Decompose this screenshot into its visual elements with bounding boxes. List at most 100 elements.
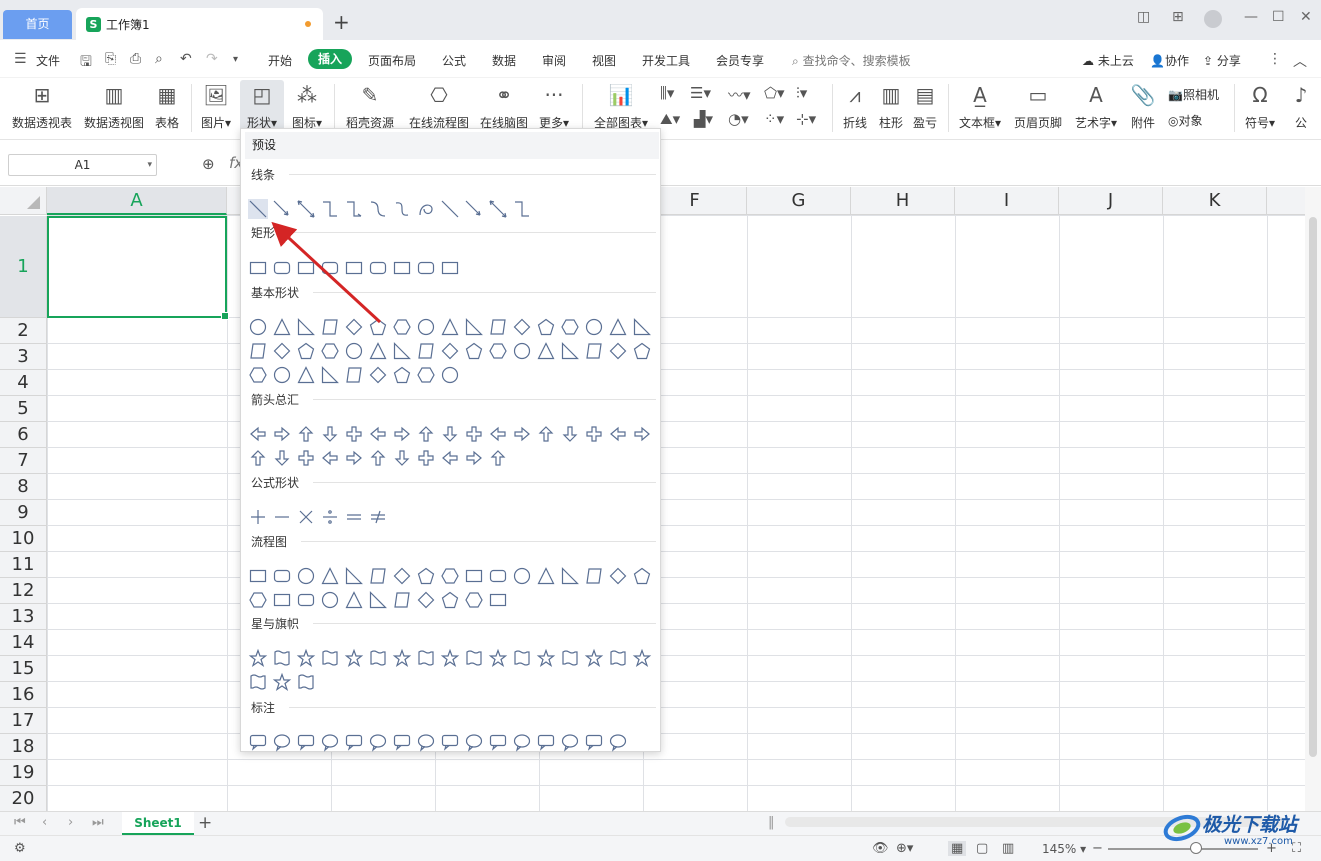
- scatter-chart-icon[interactable]: ⁘▾: [764, 110, 784, 128]
- shape-option[interactable]: [488, 590, 508, 610]
- zoom-search-icon[interactable]: ⊕: [202, 155, 215, 173]
- row-header-20[interactable]: 20: [0, 786, 47, 811]
- shape-option[interactable]: [536, 341, 556, 361]
- menu-page-layout[interactable]: 页面布局: [368, 52, 416, 69]
- shape-option[interactable]: [512, 199, 532, 219]
- shape-option[interactable]: [488, 424, 508, 444]
- shape-option[interactable]: [440, 199, 460, 219]
- shape-option[interactable]: [320, 199, 340, 219]
- row-header-3[interactable]: 3: [0, 344, 47, 370]
- more-options-icon[interactable]: ⋮: [1268, 51, 1282, 67]
- shape-option[interactable]: [440, 365, 460, 385]
- shape-option[interactable]: [488, 448, 508, 468]
- shape-option[interactable]: [560, 566, 580, 586]
- shape-option[interactable]: [272, 317, 292, 337]
- shape-option[interactable]: [584, 732, 604, 752]
- shape-option[interactable]: [488, 648, 508, 668]
- bar-chart-dropdown-icon[interactable]: ☰▾: [690, 84, 711, 102]
- shape-option[interactable]: [320, 507, 340, 527]
- hamburger-icon[interactable]: ☰: [14, 51, 27, 67]
- export-pdf-icon[interactable]: ⎘: [105, 51, 116, 67]
- shape-option[interactable]: [440, 566, 460, 586]
- row-header-9[interactable]: 9: [0, 500, 47, 526]
- shape-option[interactable]: [440, 732, 460, 752]
- shape-option[interactable]: [320, 448, 340, 468]
- shape-option[interactable]: [296, 448, 316, 468]
- shape-option[interactable]: [560, 648, 580, 668]
- shape-option[interactable]: [272, 448, 292, 468]
- shape-option[interactable]: [416, 365, 436, 385]
- shape-option[interactable]: [584, 341, 604, 361]
- shape-option[interactable]: [608, 566, 628, 586]
- shape-option[interactable]: [344, 317, 364, 337]
- document-tab[interactable]: S 工作簿1: [76, 8, 323, 40]
- shape-option[interactable]: [344, 507, 364, 527]
- shape-option[interactable]: [488, 199, 508, 219]
- shape-option[interactable]: [608, 732, 628, 752]
- shape-option[interactable]: [320, 732, 340, 752]
- shape-option[interactable]: [248, 672, 268, 692]
- shape-option[interactable]: [560, 317, 580, 337]
- area-chart-icon[interactable]: ⛰▾: [660, 110, 680, 128]
- shape-option[interactable]: [272, 424, 292, 444]
- shape-option[interactable]: [344, 448, 364, 468]
- daoke-resource-button[interactable]: ✎ 稻壳资源: [344, 80, 396, 131]
- shape-option[interactable]: [248, 258, 268, 278]
- sparkline-column-button[interactable]: ▥ 柱形: [876, 80, 906, 131]
- shape-option[interactable]: [320, 258, 340, 278]
- avatar[interactable]: [1204, 10, 1222, 28]
- shape-option[interactable]: [248, 590, 268, 610]
- shape-option[interactable]: [344, 648, 364, 668]
- shape-option[interactable]: [560, 341, 580, 361]
- shape-option[interactable]: [296, 365, 316, 385]
- symbol-button[interactable]: Ω 符号▾: [1240, 80, 1280, 131]
- shape-option[interactable]: [392, 732, 412, 752]
- shape-option[interactable]: [368, 566, 388, 586]
- shape-option[interactable]: [344, 365, 364, 385]
- vertical-scrollbar[interactable]: [1305, 187, 1321, 811]
- row-header-16[interactable]: 16: [0, 682, 47, 708]
- add-sheet-button[interactable]: +: [198, 813, 212, 833]
- shape-option[interactable]: [416, 566, 436, 586]
- shape-option[interactable]: [632, 424, 652, 444]
- shape-option[interactable]: [296, 341, 316, 361]
- icon-button[interactable]: ⁂ 图标▾: [289, 80, 325, 131]
- minimize-icon[interactable]: —: [1244, 9, 1258, 25]
- split-handle-icon[interactable]: ‖: [768, 815, 775, 830]
- locate-icon[interactable]: ⊕▾: [896, 841, 913, 856]
- collaborate-button[interactable]: 👤协作: [1150, 52, 1189, 69]
- shape-option[interactable]: [392, 448, 412, 468]
- shape-option[interactable]: [440, 648, 460, 668]
- last-sheet-icon[interactable]: ⏭: [92, 815, 104, 830]
- share-button[interactable]: ⇪ 分享: [1203, 52, 1241, 69]
- shape-option[interactable]: [368, 341, 388, 361]
- shape-option[interactable]: [560, 424, 580, 444]
- shape-option[interactable]: [416, 341, 436, 361]
- shape-option[interactable]: [320, 317, 340, 337]
- shape-option[interactable]: [584, 424, 604, 444]
- home-tab[interactable]: 首页: [3, 10, 72, 39]
- sheet-tab[interactable]: Sheet1: [122, 812, 194, 835]
- shape-option[interactable]: [320, 590, 340, 610]
- shape-option[interactable]: [464, 317, 484, 337]
- column-header-k[interactable]: K: [1163, 187, 1267, 215]
- cloud-status-button[interactable]: ☁ 未上云: [1082, 52, 1134, 69]
- shape-option[interactable]: [272, 732, 292, 752]
- maximize-icon[interactable]: ☐: [1272, 9, 1285, 25]
- shape-option[interactable]: [608, 341, 628, 361]
- shape-option[interactable]: [632, 341, 652, 361]
- select-all-corner[interactable]: [0, 187, 47, 215]
- shape-option[interactable]: [248, 732, 268, 752]
- shape-option[interactable]: [272, 258, 292, 278]
- shape-option[interactable]: [296, 317, 316, 337]
- shape-option[interactable]: [272, 365, 292, 385]
- shape-option[interactable]: [416, 590, 436, 610]
- zoom-out-icon[interactable]: −: [1092, 841, 1103, 856]
- row-header-6[interactable]: 6: [0, 422, 47, 448]
- zoom-slider[interactable]: [1108, 848, 1258, 850]
- row-header-14[interactable]: 14: [0, 630, 47, 656]
- row-header-11[interactable]: 11: [0, 552, 47, 578]
- macro-icon[interactable]: ⚙: [14, 841, 26, 856]
- row-header-12[interactable]: 12: [0, 578, 47, 604]
- shape-option[interactable]: [272, 672, 292, 692]
